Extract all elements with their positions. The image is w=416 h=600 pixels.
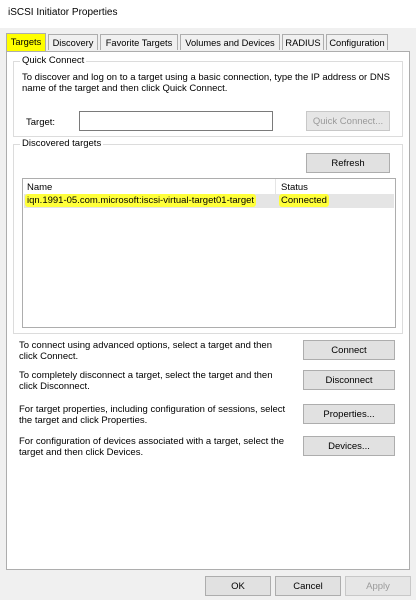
tab-targets[interactable]: Targets <box>6 33 46 51</box>
tab-strip: Targets Discovery Favorite Targets Volum… <box>6 33 410 52</box>
target-input[interactable] <box>79 111 273 131</box>
discovered-targets-label: Discovered targets <box>20 138 104 149</box>
refresh-button[interactable]: Refresh <box>306 153 390 173</box>
discovered-targets-group: Discovered targets Refresh Name Status i… <box>13 138 403 334</box>
disconnect-description: To completely disconnect a target, selec… <box>19 370 273 392</box>
tab-discovery[interactable]: Discovery <box>48 34 98 50</box>
cancel-button[interactable]: Cancel <box>275 576 341 596</box>
targets-list[interactable]: Name Status iqn.1991-05.com.microsoft:is… <box>22 178 396 328</box>
targets-panel: Quick Connect To discover and log on to … <box>6 51 410 570</box>
devices-button[interactable]: Devices... <box>303 436 395 456</box>
column-divider <box>275 179 276 194</box>
apply-button[interactable]: Apply <box>345 576 411 596</box>
ok-button[interactable]: OK <box>205 576 271 596</box>
target-name-cell: iqn.1991-05.com.microsoft:iscsi-virtual-… <box>25 194 257 207</box>
connect-description: To connect using advanced options, selec… <box>19 340 272 362</box>
devices-description: For configuration of devices associated … <box>19 436 285 458</box>
quick-connect-button[interactable]: Quick Connect... <box>306 111 390 131</box>
column-header-status[interactable]: Status <box>281 182 308 193</box>
connect-button[interactable]: Connect <box>303 340 395 360</box>
target-label: Target: <box>26 117 56 128</box>
title-bar: iSCSI Initiator Properties <box>0 0 416 28</box>
properties-button[interactable]: Properties... <box>303 404 395 424</box>
properties-description: For target properties, including configu… <box>19 404 286 426</box>
tab-volumes-and-devices[interactable]: Volumes and Devices <box>180 34 280 50</box>
tab-radius[interactable]: RADIUS <box>282 34 324 50</box>
quick-connect-group: Quick Connect To discover and log on to … <box>13 55 403 137</box>
disconnect-button[interactable]: Disconnect <box>303 370 395 390</box>
tab-favorite-targets[interactable]: Favorite Targets <box>100 34 178 50</box>
column-header-name[interactable]: Name <box>27 182 52 193</box>
target-status-cell: Connected <box>279 194 329 207</box>
quick-connect-label: Quick Connect <box>20 55 87 66</box>
target-status-text: Connected <box>279 194 329 207</box>
tab-configuration[interactable]: Configuration <box>326 34 388 50</box>
window-title: iSCSI Initiator Properties <box>8 7 118 18</box>
target-name-text: iqn.1991-05.com.microsoft:iscsi-virtual-… <box>25 194 257 207</box>
quick-connect-description: To discover and log on to a target using… <box>22 72 390 94</box>
